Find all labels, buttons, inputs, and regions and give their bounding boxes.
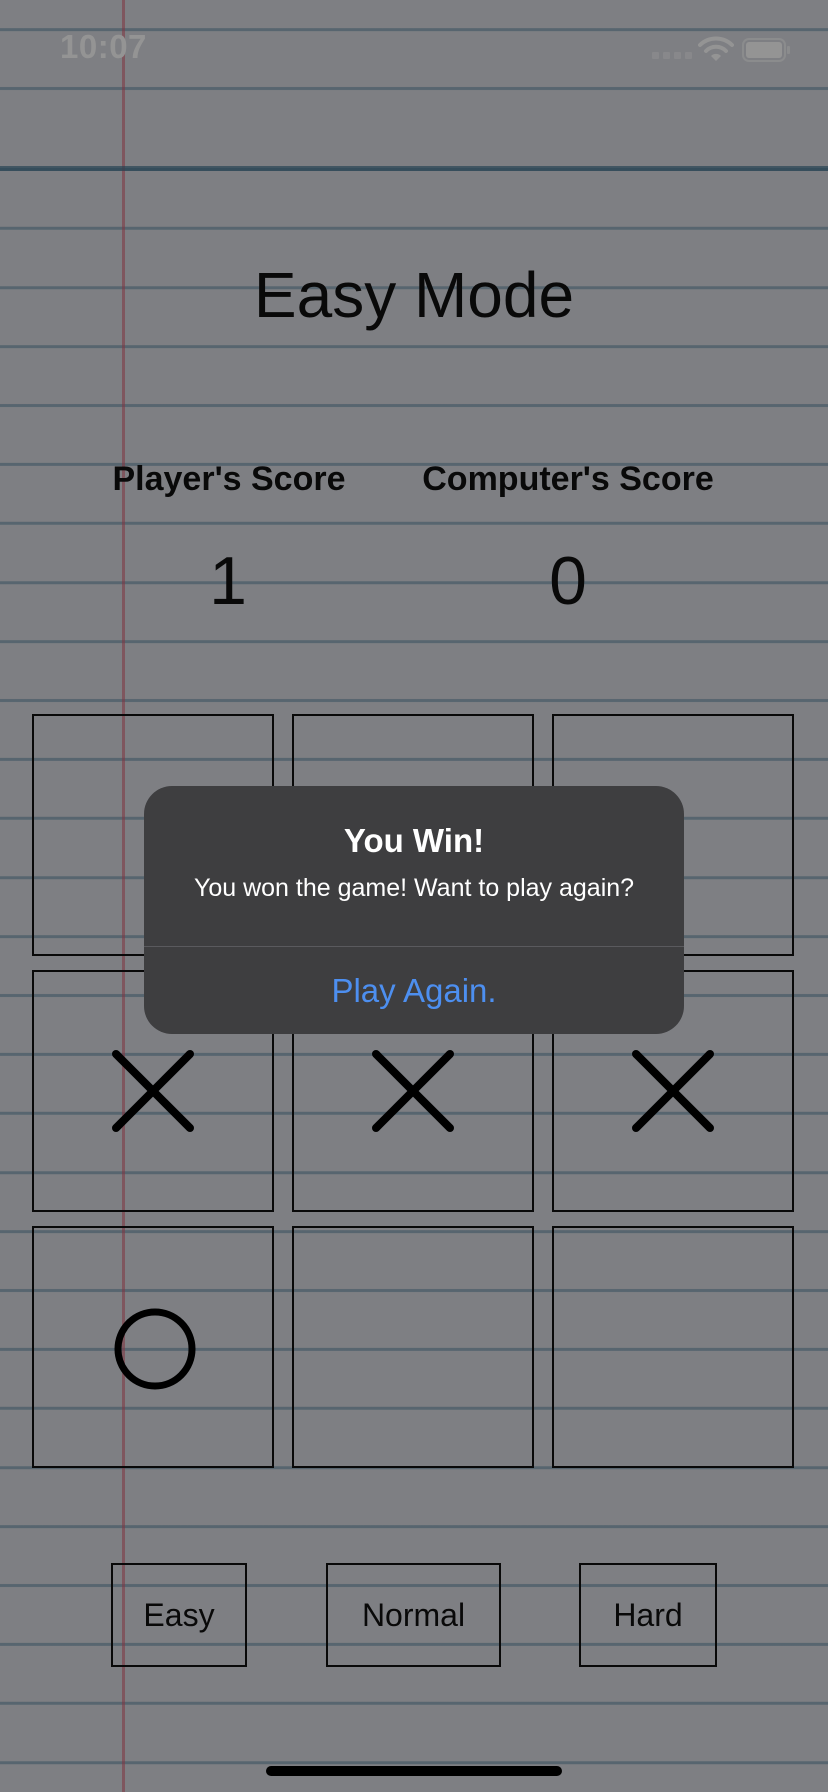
home-indicator	[266, 1766, 562, 1776]
win-alert-dialog: You Win! You won the game! Want to play …	[144, 786, 684, 1034]
alert-message: You won the game! Want to play again?	[193, 874, 635, 902]
alert-title: You Win!	[343, 822, 485, 859]
play-again-button[interactable]: Play Again.	[144, 947, 684, 1034]
